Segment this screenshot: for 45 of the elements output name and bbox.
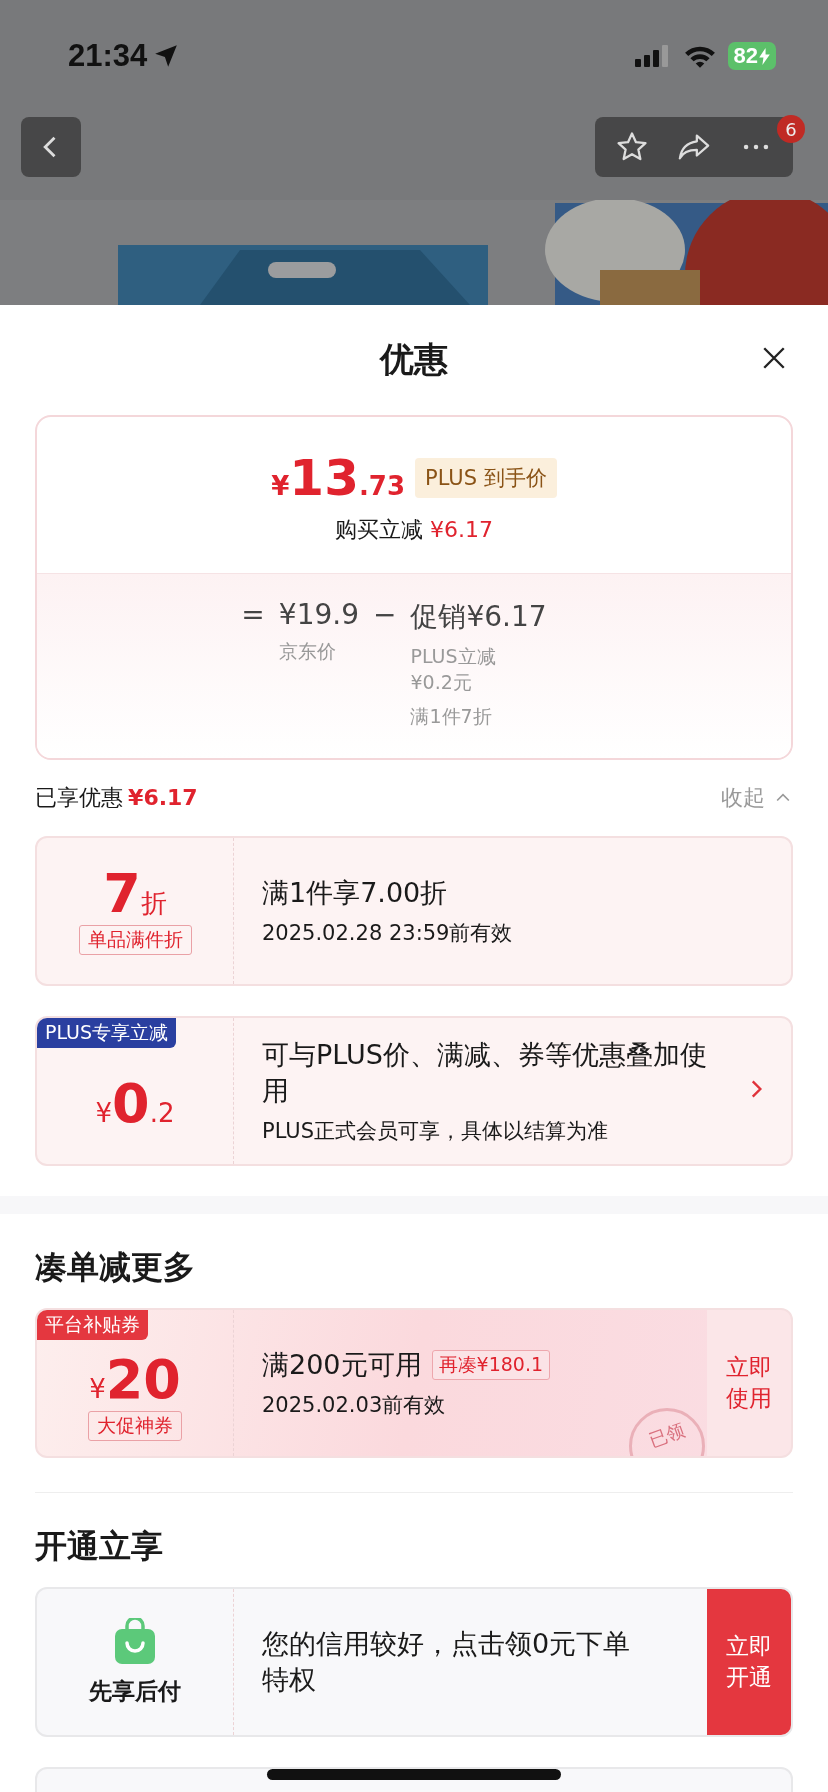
remaining-amount-tag: 再凑¥180.1 [431, 1350, 551, 1380]
enjoyed-value: ¥6.17 [128, 785, 198, 810]
notification-badge: 6 [777, 115, 805, 143]
use-now-button[interactable]: 立即使用 [707, 1310, 791, 1456]
wifi-icon [683, 44, 716, 68]
close-icon[interactable] [761, 345, 787, 371]
clock-time: 21:34 [68, 38, 148, 74]
collapse-toggle[interactable]: 收起 [721, 783, 793, 813]
shopping-bag-icon [113, 1617, 157, 1664]
enjoyed-label: 已享优惠 [35, 785, 123, 810]
minus-sign: − [373, 598, 397, 631]
base-price: ¥19.9 [278, 598, 359, 631]
price-tag: PLUS 到手价 [415, 458, 557, 498]
discount-validity: 2025.02.28 23:59前有效 [262, 920, 514, 947]
sheet-title: 优惠 [380, 338, 448, 381]
promo-detail: PLUS立减 ¥0.2元 [410, 644, 497, 695]
offer-label: 先享后付 [89, 1676, 181, 1706]
coupon-validity: 2025.02.03前有效 [262, 1392, 447, 1419]
section-title: 凑单减更多 [35, 1247, 196, 1288]
coupon-ribbon: 平台补贴券 [37, 1310, 148, 1340]
discount-amount: ¥0.2 [95, 1077, 175, 1131]
discount-title: 可与PLUS价、满减、券等优惠叠加使用 [262, 1038, 708, 1108]
coupon-amount: ¥20 [89, 1353, 181, 1407]
discount-rate: 7折 [103, 867, 167, 921]
coupon-tag: 大促神券 [88, 1411, 182, 1441]
discount-card[interactable]: PLUS专享立减 ¥0.2 可与PLUS价、满减、券等优惠叠加使用 PLUS正式会员可享，具体以结算为准 [35, 1016, 793, 1166]
stamp-label: 已领 [646, 1417, 688, 1453]
reduce-value: ¥6.17 [430, 517, 493, 542]
coupon-condition: 满200元可用 [262, 1348, 422, 1382]
battery-icon: 82 [727, 42, 776, 70]
equals-sign: = [241, 598, 265, 631]
location-arrow-icon [153, 43, 180, 69]
discount-validity: PLUS正式会员可享，具体以结算为准 [262, 1118, 610, 1145]
promo-detail: 满1件7折 [410, 704, 493, 729]
reduce-label: 购买立减 [335, 517, 423, 542]
plus-ribbon: PLUS专享立减 [37, 1018, 177, 1048]
promo-amount: 促销¥6.17 [410, 599, 547, 635]
discount-tag: 单品满件折 [78, 925, 192, 955]
discount-title: 满1件享7.00折 [262, 876, 449, 910]
offer-text: 您的信用较好，点击领0元下单特权 [262, 1627, 632, 1697]
discount-card[interactable]: 7折 单品满件折 满1件享7.00折 2025.02.28 23:59前有效 [35, 836, 793, 986]
base-price-label: 京东价 [278, 639, 337, 664]
activate-button[interactable]: 立即开通 [707, 1589, 791, 1735]
final-price: ¥13.73 [271, 453, 405, 503]
section-title: 开通立享 [35, 1526, 164, 1567]
